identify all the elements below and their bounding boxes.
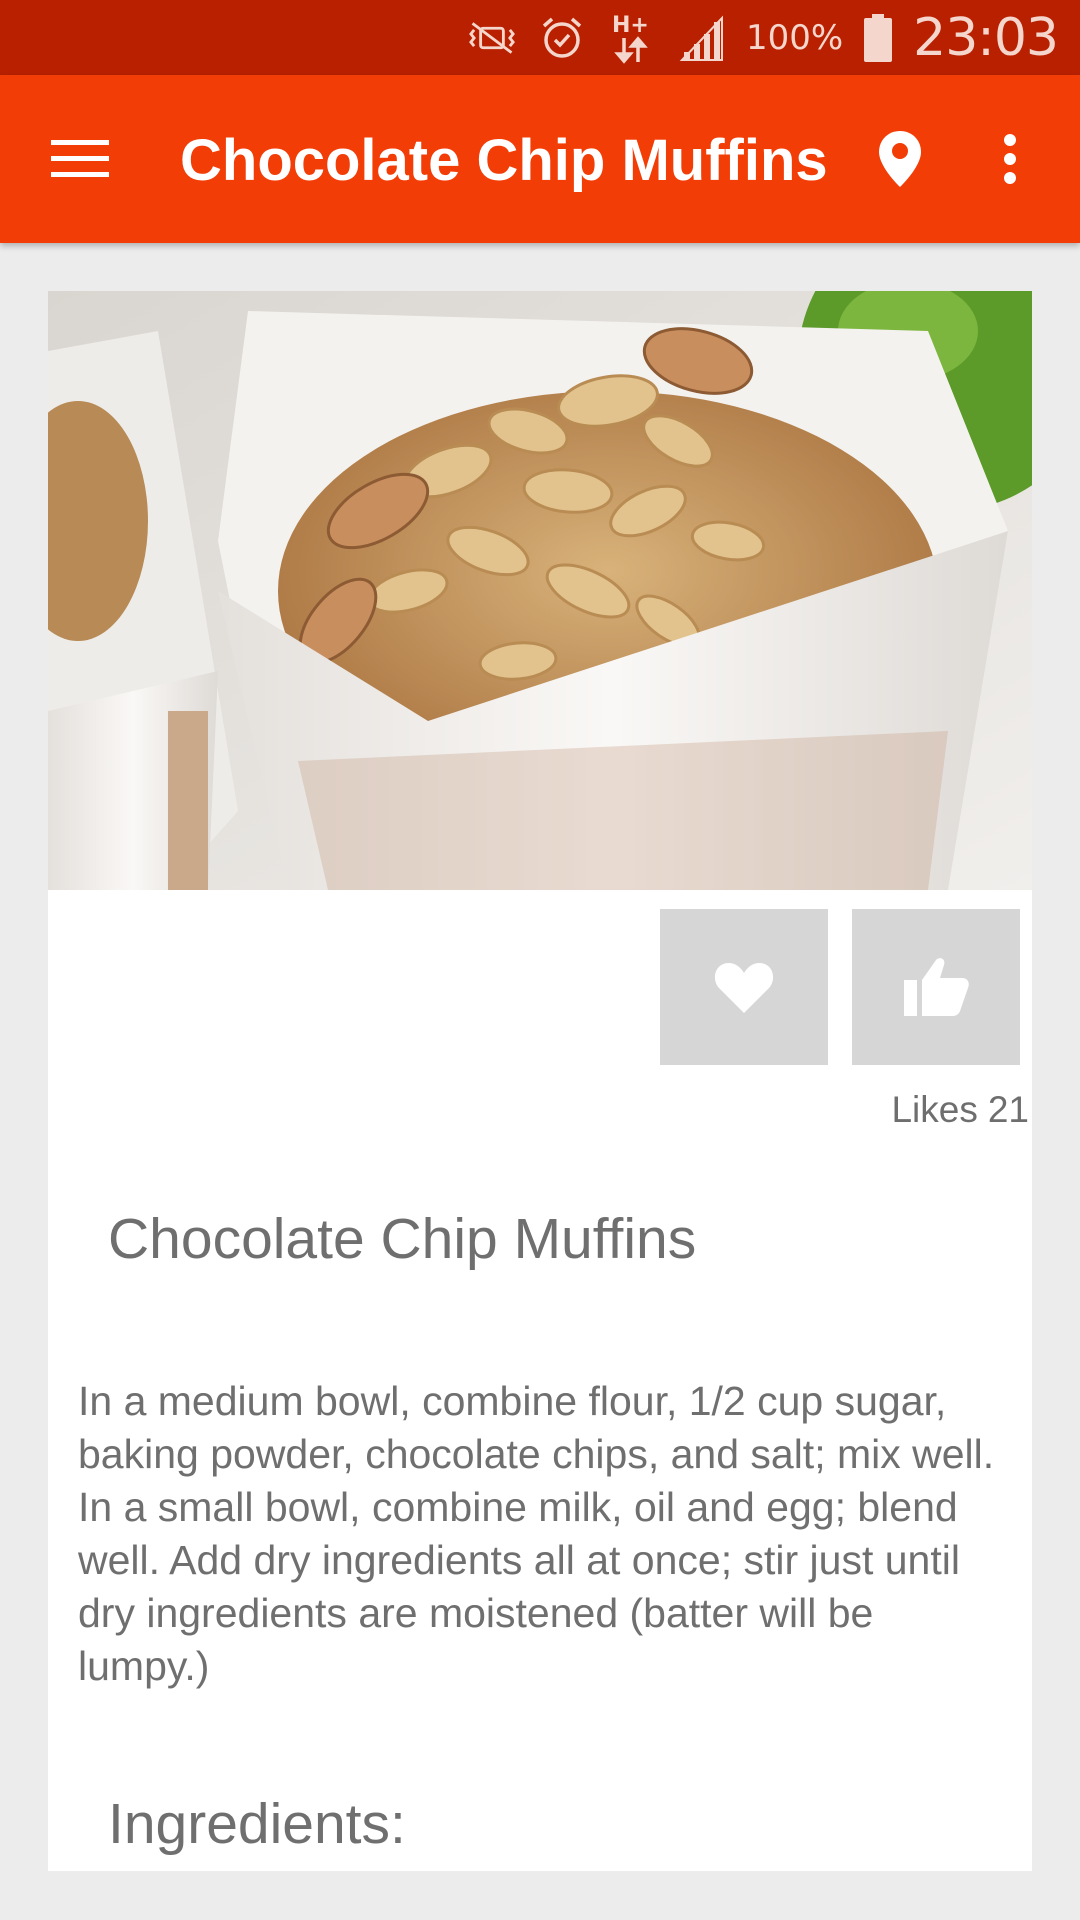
recipe-title: Chocolate Chip Muffins	[108, 1207, 697, 1271]
location-pin-icon	[879, 131, 921, 187]
recipe-card: Likes 21 Chocolate Chip Muffins In a medi…	[48, 291, 1032, 1871]
favorite-button[interactable]	[660, 909, 828, 1065]
likes-count: Likes 21	[891, 1089, 1029, 1131]
location-button[interactable]	[870, 123, 930, 195]
status-bar: H+ 100% 23:03	[0, 0, 1080, 75]
thumbs-up-icon	[904, 958, 969, 1016]
more-vert-icon	[1004, 134, 1016, 184]
recipe-description: In a medium bowl, combine flour, 1/2 cup…	[78, 1378, 995, 1689]
ingredients-heading: Ingredients:	[108, 1792, 406, 1856]
app-title: Chocolate Chip Muffins	[180, 128, 828, 193]
vibrate-off-icon	[466, 14, 518, 62]
likes-label: Likes	[891, 1089, 978, 1130]
alarm-icon	[536, 14, 588, 62]
heart-icon	[714, 963, 774, 1013]
likes-value: 21	[987, 1089, 1029, 1130]
menu-button[interactable]	[50, 129, 110, 189]
like-button[interactable]	[852, 909, 1020, 1065]
menu-icon	[51, 140, 109, 177]
more-options-button[interactable]	[980, 123, 1040, 195]
signal-icon	[676, 14, 728, 62]
battery-icon	[861, 13, 895, 62]
clock: 23:03	[913, 7, 1059, 68]
battery-percent: 100%	[745, 17, 844, 58]
hplus-data-icon: H+	[606, 13, 658, 64]
app-bar: Chocolate Chip Muffins	[0, 75, 1080, 243]
recipe-photo	[48, 291, 1032, 890]
network-type-label: H+	[612, 13, 649, 38]
